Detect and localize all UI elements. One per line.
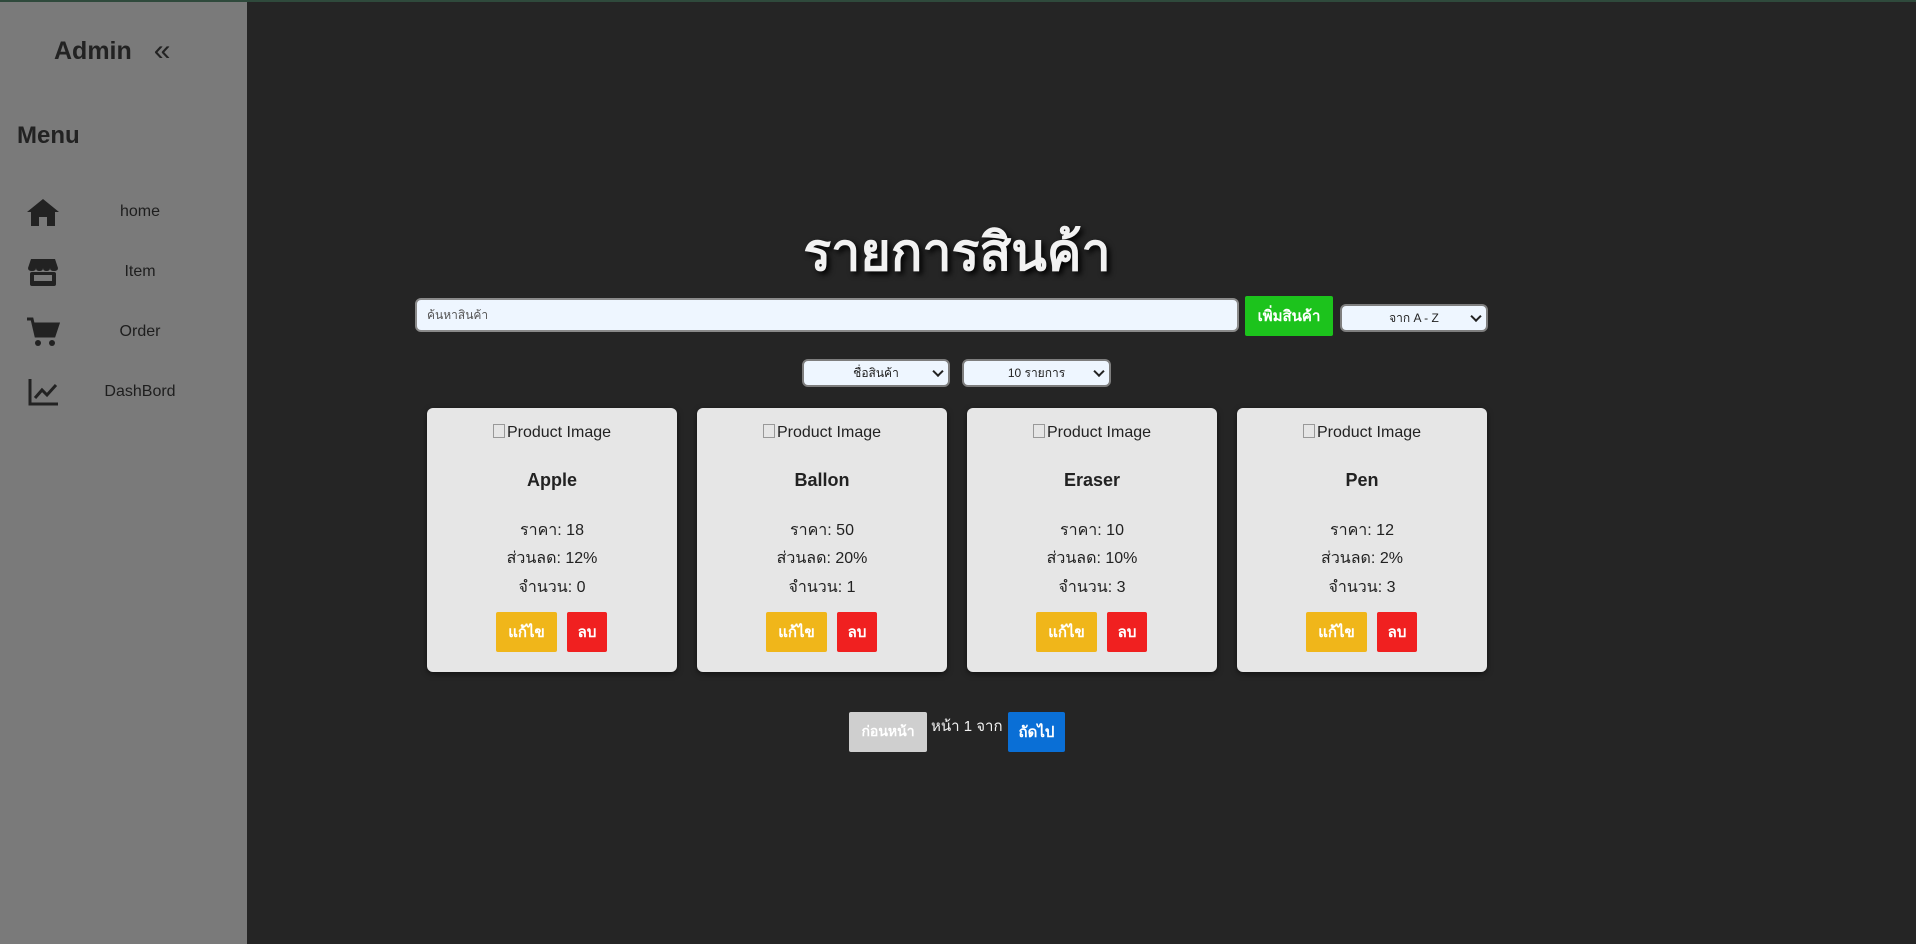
product-name: Pen [1345,470,1379,490]
product-card: Product Image Eraser ราคา: 10 ส่วนลด: 10… [967,408,1217,672]
main-content: รายการสินค้า เพิ่มสินค้า จาก A - Z ชื่อส… [247,2,1916,944]
sort-select[interactable]: จาก A - Z [1340,304,1488,332]
product-price: ราคา: 18 [520,522,584,539]
sidebar-item-home[interactable]: home [0,190,247,234]
product-image-alt: Product Image [776,424,882,441]
delete-button[interactable]: ลบ [837,612,877,652]
per-page-select-value: 10 รายการ [1007,365,1066,380]
delete-button[interactable]: ลบ [1377,612,1417,652]
product-image: Product Image [967,424,1217,442]
next-page-button[interactable]: ถัดไป [1008,712,1065,752]
product-image-alt: Product Image [1316,424,1422,441]
product-name: Apple [526,470,577,490]
broken-image-icon [1032,424,1045,438]
product-quantity: จำนวน: 0 [518,579,586,596]
sort-select-value: จาก A - Z [1389,310,1439,325]
chevron-down-icon [932,365,944,378]
collapse-icon[interactable]: « [154,36,171,66]
product-image: Product Image [427,424,677,442]
broken-image-icon [762,424,775,438]
product-price: ราคา: 12 [1330,522,1394,539]
product-name: Eraser [1063,470,1121,490]
product-image-alt: Product Image [1046,424,1152,441]
sidebar-item-label: Item [124,263,156,280]
product-card: Product Image Ballon ราคา: 50 ส่วนลด: 20… [697,408,947,672]
product-name: Ballon [794,470,850,490]
sidebar-item-label: home [119,203,161,220]
product-image-alt: Product Image [506,424,612,441]
delete-button[interactable]: ลบ [567,612,607,652]
previous-page-button[interactable]: ก่อนหน้า [849,712,927,752]
add-product-button[interactable]: เพิ่มสินค้า [1245,296,1333,336]
product-price: ราคา: 10 [1060,522,1124,539]
sidebar-title: Admin [54,36,132,65]
chevron-down-icon [1470,310,1482,323]
delete-button[interactable]: ลบ [1107,612,1147,652]
field-select-value: ชื่อสินค้า [853,365,899,380]
page-info: หน้า 1 จาก [931,718,1003,735]
search-input[interactable] [415,298,1239,332]
product-card: Product Image Pen ราคา: 12 ส่วนลด: 2% จำ… [1237,408,1487,672]
broken-image-icon [492,424,505,438]
chevron-down-icon [1093,365,1105,378]
search-field-select[interactable]: ชื่อสินค้า [802,359,950,387]
sidebar-item-label: DashBord [104,383,176,400]
sidebar: Admin « Menu home Item Order DashBord [0,2,247,944]
page-title: รายการสินค้า [803,224,1111,282]
edit-button[interactable]: แก้ไข [1306,612,1367,652]
edit-button[interactable]: แก้ไข [496,612,557,652]
product-quantity: จำนวน: 3 [1328,579,1396,596]
sidebar-item-dashbord[interactable]: DashBord [0,370,247,414]
product-image: Product Image [697,424,947,442]
product-discount: ส่วนลด: 2% [1321,550,1403,567]
product-quantity: จำนวน: 1 [788,579,856,596]
sidebar-item-order[interactable]: Order [0,310,247,354]
sidebar-item-label: Order [119,323,161,340]
product-image: Product Image [1237,424,1487,442]
product-discount: ส่วนลด: 20% [776,550,868,567]
product-quantity: จำนวน: 3 [1058,579,1126,596]
menu-title: Menu [17,122,80,149]
edit-button[interactable]: แก้ไข [766,612,827,652]
sidebar-header: Admin « [54,36,170,66]
product-discount: ส่วนลด: 12% [506,550,598,567]
sidebar-item-item[interactable]: Item [0,250,247,294]
edit-button[interactable]: แก้ไข [1036,612,1097,652]
broken-image-icon [1302,424,1315,438]
product-price: ราคา: 50 [790,522,854,539]
product-card: Product Image Apple ราคา: 18 ส่วนลด: 12%… [427,408,677,672]
per-page-select[interactable]: 10 รายการ [962,359,1111,387]
product-discount: ส่วนลด: 10% [1046,550,1138,567]
